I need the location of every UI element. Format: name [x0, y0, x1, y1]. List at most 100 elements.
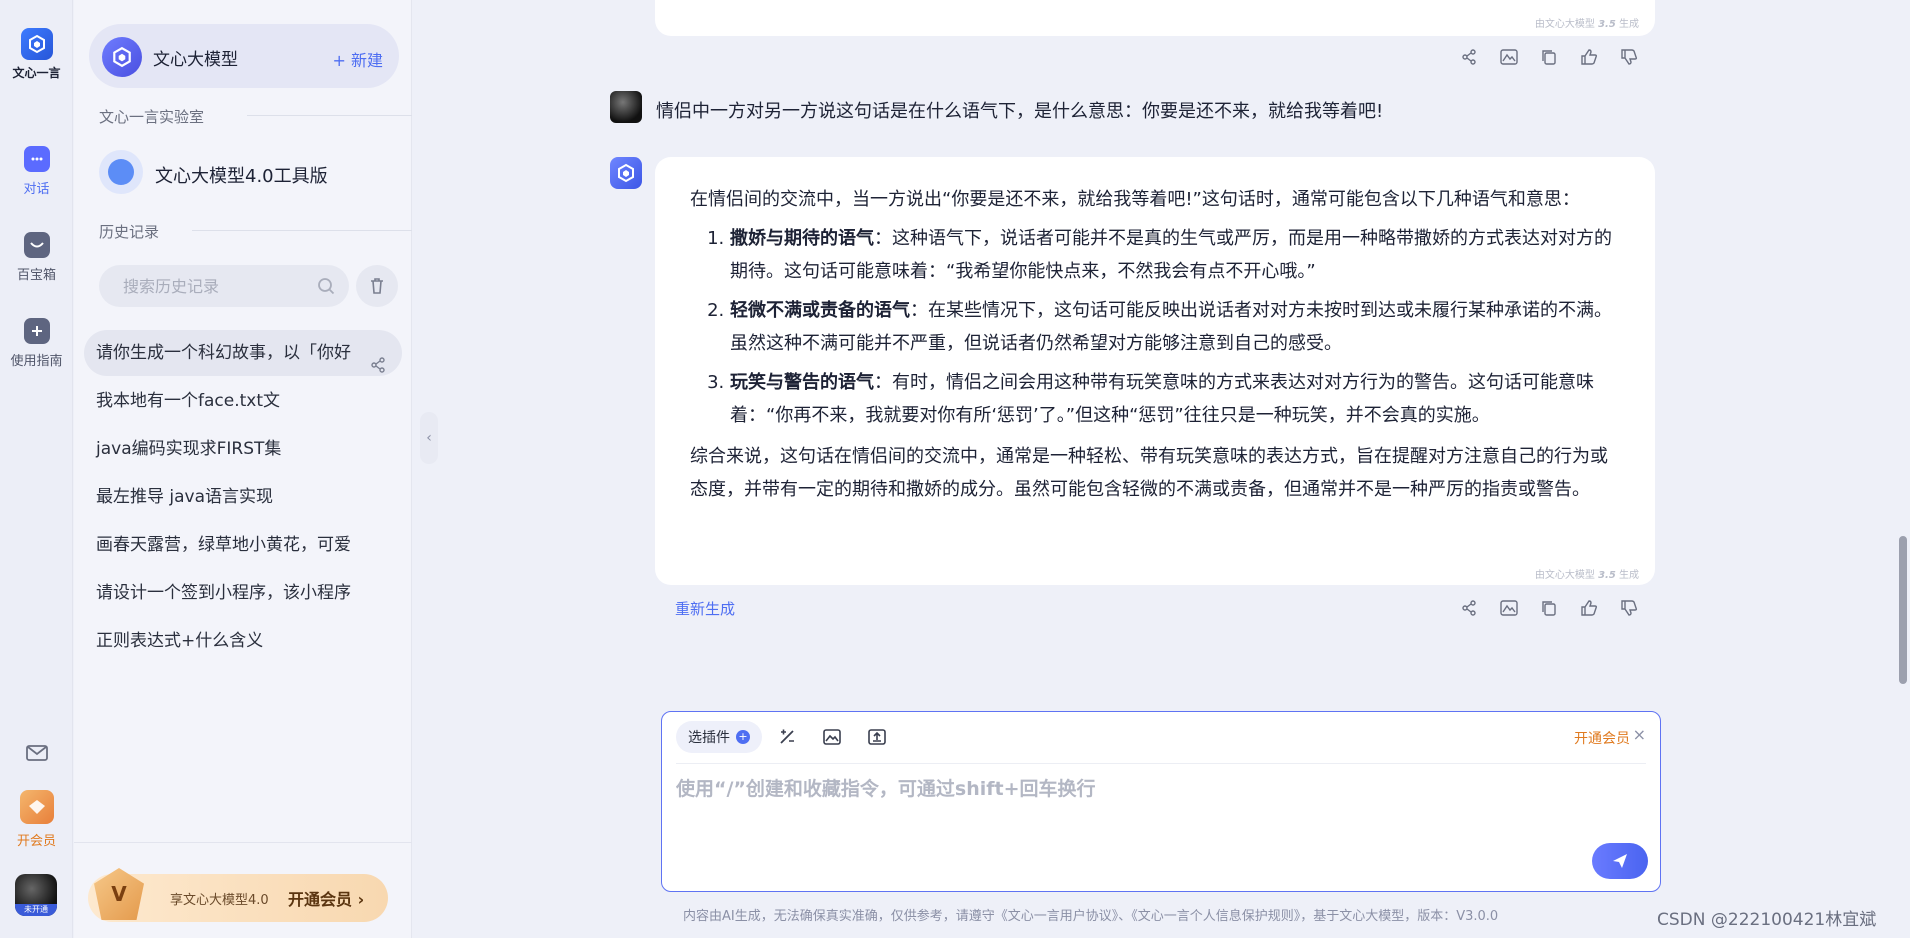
answer-point-title: 轻微不满或责备的语气	[730, 300, 910, 321]
history-search	[99, 265, 349, 307]
vip-badge-icon: V	[94, 868, 144, 920]
rail-mail-button[interactable]	[0, 740, 73, 772]
tool-item-label: 文心大模型4.0工具版	[155, 166, 328, 187]
avatar-tag: 未开通	[15, 904, 57, 916]
history-item-label: 最左推导 java语言实现	[96, 487, 274, 507]
rail-item-label: 使用指南	[10, 354, 63, 369]
model-name: 文心大模型	[153, 50, 238, 70]
share-icon[interactable]	[370, 345, 386, 376]
clear-history-button[interactable]	[356, 265, 398, 307]
history-item-label: 正则表达式+什么含义	[96, 631, 264, 651]
guide-icon	[23, 318, 50, 344]
model-card[interactable]: 文心大模型 + 新建	[89, 24, 399, 88]
left-rail: 文心一言 对话 百宝箱 使用指南 开会员 未开通	[0, 0, 73, 938]
history-section-label: 历史记录	[99, 223, 413, 241]
new-chat-button[interactable]: + 新建	[333, 47, 384, 71]
thumbs-down-icon[interactable]	[1618, 597, 1640, 619]
history-item[interactable]: 我本地有一个face.txt文	[84, 378, 402, 424]
answer-card: 在情侣间的交流中，当一方说出“你要是还不来，就给我等着吧!”这句话时，通常可能包…	[655, 157, 1655, 585]
answer-points: 撒娇与期待的语气：这种语气下，说话者可能并不是真的生气或严厉，而是用一种略带撒娇…	[730, 222, 1620, 432]
previous-answer-actions	[1458, 46, 1640, 68]
wenxin-logo-icon	[20, 28, 53, 60]
history-item[interactable]: 画春天露营，绿草地小黄花，可爱	[84, 522, 402, 568]
send-icon	[1613, 854, 1627, 868]
message-composer: 选插件 + 开通会员 ×	[661, 711, 1661, 892]
tool-avatar-icon	[99, 150, 143, 194]
copy-icon[interactable]	[1538, 46, 1560, 68]
image-export-icon[interactable]	[1498, 46, 1520, 68]
rail-item-chat[interactable]: 对话	[0, 146, 73, 197]
open-vip-link[interactable]: 开通会员	[1574, 728, 1630, 748]
bot-avatar-icon	[610, 157, 642, 189]
image-export-icon[interactable]	[1498, 597, 1520, 619]
toolbox-icon	[23, 232, 50, 258]
model-avatar-icon	[102, 37, 142, 77]
history-item[interactable]: 请你生成一个科幻故事，以「你好	[84, 330, 402, 376]
disclaimer-footer: 内容由AI生成，无法确保真实准确，仅供参考，请遵守《文心一言用户协议》、《文心一…	[683, 909, 1499, 924]
share-icon[interactable]	[1458, 46, 1480, 68]
history-item[interactable]: 请设计一个签到小程序，该小程序	[84, 570, 402, 616]
answer-body: 在情侣间的交流中，当一方说出“你要是还不来，就给我等着吧!”这句话时，通常可能包…	[690, 183, 1620, 506]
user-avatar[interactable]: 未开通	[15, 874, 57, 916]
answer-point: 玩笑与警告的语气：有时，情侣之间会用这种带有玩笑意味的方式来表达对对方行为的警告…	[730, 366, 1620, 432]
collapse-sidebar-handle[interactable]: ‹	[420, 412, 438, 464]
message-input[interactable]	[676, 774, 1636, 834]
app-name: 文心一言	[12, 66, 61, 80]
lab-section-label: 文心一言实验室	[99, 108, 413, 126]
regenerate-button[interactable]: 重新生成	[675, 598, 735, 619]
thumbs-up-icon[interactable]	[1578, 597, 1600, 619]
history-item[interactable]: 最左推导 java语言实现	[84, 474, 402, 520]
app-logo[interactable]: 文心一言	[0, 28, 73, 81]
history-item-label: 画春天露营，绿草地小黄花，可爱	[96, 535, 351, 555]
previous-answer-card: 由文心大模型 3.5 生成	[655, 0, 1655, 36]
user-message-text: 情侣中一方对另一方说这句话是在什么语气下，是什么意思：你要是还不来，就给我等着吧…	[656, 101, 1384, 122]
history-sidebar: 文心大模型 + 新建 文心一言实验室 文心大模型4.0工具版 历史记录 请你生成…	[74, 0, 413, 938]
thumbs-down-icon[interactable]	[1618, 46, 1640, 68]
send-button[interactable]	[1592, 843, 1648, 879]
rail-item-toolbox[interactable]: 百宝箱	[0, 232, 73, 283]
sidebar-divider	[74, 842, 412, 843]
plus-icon: +	[736, 730, 750, 744]
rail-vip-label: 开会员	[16, 834, 56, 849]
thumbs-up-icon[interactable]	[1578, 46, 1600, 68]
prompt-magic-icon[interactable]	[776, 726, 798, 748]
history-list: 请你生成一个科幻故事，以「你好 我本地有一个face.txt文 java编码实现…	[84, 330, 402, 666]
scrollbar-thumb[interactable]	[1899, 536, 1907, 684]
rail-item-label: 百宝箱	[16, 268, 56, 283]
history-item[interactable]: 正则表达式+什么含义	[84, 618, 402, 664]
rail-item-guide[interactable]: 使用指南	[0, 318, 73, 369]
share-icon[interactable]	[1458, 597, 1480, 619]
answer-summary: 综合来说，这句话在情侣间的交流中，通常是一种轻松、带有玩笑意味的表达方式，旨在提…	[690, 446, 1608, 500]
copy-icon[interactable]	[1538, 597, 1560, 619]
image-upload-icon[interactable]	[821, 726, 843, 748]
file-upload-icon[interactable]	[866, 726, 888, 748]
chat-scrollbar[interactable]	[1896, 0, 1910, 938]
search-icon[interactable]	[317, 277, 335, 299]
history-search-input[interactable]	[99, 265, 349, 307]
mail-icon	[24, 740, 50, 766]
vip-banner-cta[interactable]: 开通会员 ›	[288, 886, 364, 910]
vip-banner[interactable]: V 享文心大模型4.0 开通会员 ›	[88, 868, 388, 922]
rail-vip-button[interactable]: 开会员	[0, 790, 73, 849]
answer-actions	[1458, 597, 1640, 619]
history-item-label: 请设计一个签到小程序，该小程序	[96, 583, 351, 603]
vip-diamond-icon	[19, 790, 54, 824]
vip-banner-text: 享文心大模型4.0	[170, 893, 269, 908]
answer-point-title: 玩笑与警告的语气	[730, 372, 874, 393]
history-item[interactable]: java编码实现求FIRST集	[84, 426, 402, 472]
history-item-label: 请你生成一个科幻故事，以「你好	[96, 343, 351, 363]
answer-point-title: 撒娇与期待的语气	[730, 228, 874, 249]
answer-point: 撒娇与期待的语气：这种语气下，说话者可能并不是真的生气或严厉，而是用一种略带撒娇…	[730, 222, 1620, 288]
answer-intro: 在情侣间的交流中，当一方说出“你要是还不来，就给我等着吧!”这句话时，通常可能包…	[690, 189, 1580, 210]
history-item-label: 我本地有一个face.txt文	[96, 391, 281, 411]
trash-icon	[371, 278, 383, 294]
select-plugin-button[interactable]: 选插件 +	[676, 721, 762, 753]
history-item-label: java编码实现求FIRST集	[96, 439, 282, 459]
rail-item-label: 对话	[23, 182, 50, 197]
composer-divider	[676, 763, 1646, 764]
close-icon[interactable]: ×	[1633, 725, 1646, 744]
plugin-label: 选插件	[688, 730, 730, 746]
generated-by-note: 由文心大模型 3.5 生成	[1534, 570, 1639, 581]
user-message-avatar	[610, 91, 642, 123]
answer-point: 轻微不满或责备的语气：在某些情况下，这句话可能反映出说话者对对方未按时到达或未履…	[730, 294, 1620, 360]
